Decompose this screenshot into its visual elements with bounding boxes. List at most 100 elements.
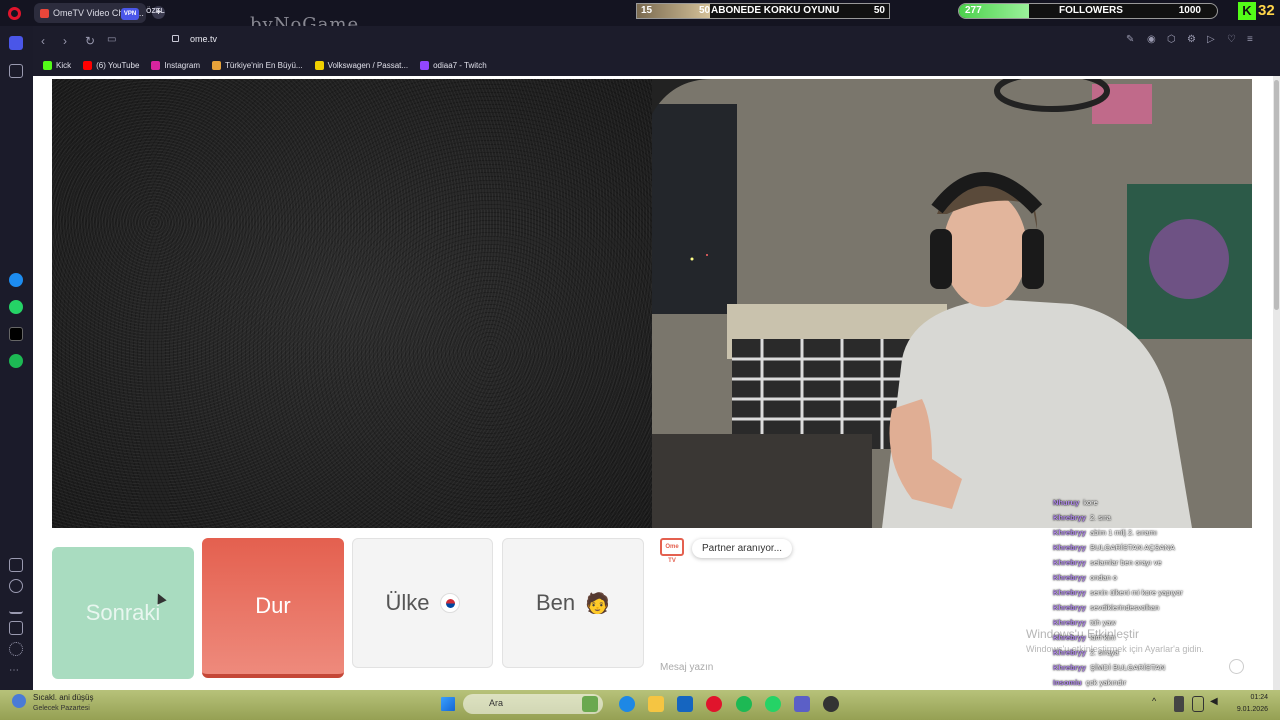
bookmark-label: Kick xyxy=(56,61,72,70)
bookmark-item[interactable]: Kick xyxy=(43,61,71,70)
sub-goal-bar: 15 50 ABONEDE KORKU OYUNU 50 xyxy=(636,3,890,19)
taskbar-date[interactable]: 9.01.2026 xyxy=(1228,706,1268,713)
teams-icon[interactable] xyxy=(794,696,810,712)
stream-chat-message: Khrebryy senin ülkeni mi kore yapıyor xyxy=(1053,585,1263,600)
weather-icon[interactable] xyxy=(12,694,26,708)
stream-chat-message: Khrebryy tüh yaw xyxy=(1053,615,1263,630)
windows-start-icon[interactable] xyxy=(441,697,455,711)
chat-message-text: sevdiklerindesvolkan xyxy=(1089,603,1160,612)
back-arrow-icon[interactable]: ‹ xyxy=(41,34,45,48)
taskbar-search-label: Ara xyxy=(489,698,504,708)
opera-taskbar-icon[interactable] xyxy=(706,696,722,712)
weather-subtitle: Gelecek Pazartesi xyxy=(33,705,90,712)
whatsapp-taskbar-icon[interactable] xyxy=(765,696,781,712)
camera-icon[interactable]: ◉ xyxy=(1147,34,1156,45)
chat-message-text: ondan o xyxy=(1089,573,1118,582)
stream-chat-message: Nhuruy kore xyxy=(1053,495,1263,510)
bookmarks-bar: Kick (6) YouTube Instagram Türkiye'nin En B… xyxy=(33,55,1280,76)
kick-logo-icon: K xyxy=(1238,2,1256,20)
bookmark-item[interactable]: odiaa7 - Twitch xyxy=(420,61,487,70)
edit-icon[interactable]: ✎ xyxy=(1126,34,1134,45)
mic-icon[interactable] xyxy=(1174,696,1184,712)
chat-username: Khrebryy xyxy=(1053,558,1086,567)
stream-chat-message: Khrebryy BULGARİSTAN AÇSANA xyxy=(1053,540,1263,555)
chat-message-text: ŞİMDİ BULGARİSTAN xyxy=(1089,663,1166,672)
volume-icon[interactable]: ◀ xyxy=(1210,696,1222,712)
bookmark-star-icon[interactable] xyxy=(9,64,23,78)
shield-icon[interactable]: ⬡ xyxy=(1167,34,1176,45)
chat-message-text: senin ülkeni mi kore yapıyor xyxy=(1089,588,1183,597)
favorite-heart-icon[interactable]: ♡ xyxy=(1227,34,1236,45)
tray-chevron-icon[interactable]: ^ xyxy=(1152,696,1162,712)
home-icon[interactable] xyxy=(9,36,23,50)
extensions-cube-icon[interactable] xyxy=(9,621,23,635)
heart-icon[interactable] xyxy=(9,579,23,593)
stop-button[interactable]: Dur xyxy=(202,538,344,678)
bookmark-item[interactable]: Volkswagen / Passat... xyxy=(314,61,409,70)
stream-chat-message: Khrebryy sevdiklerindesvolkan xyxy=(1053,600,1263,615)
chat-username: Khrebryy xyxy=(1053,588,1086,597)
tab-snap-icon[interactable]: ▭ xyxy=(107,34,116,45)
south-korea-flag-icon xyxy=(439,593,460,613)
country-filter-button[interactable]: Ülke xyxy=(352,538,493,668)
obs-icon[interactable] xyxy=(823,696,839,712)
vpn-badge[interactable]: VPN xyxy=(121,8,139,20)
lock-icon[interactable] xyxy=(172,35,179,42)
chat-username: Khrebryy xyxy=(1053,543,1086,552)
chat-message-text: abim 1 milj 2. sıramı xyxy=(1089,528,1158,537)
reload-icon[interactable]: ↻ xyxy=(85,34,95,48)
chat-message-text: BULGARİSTAN AÇSANA xyxy=(1089,543,1175,552)
stream-chat-message: Khrebryy ondan o xyxy=(1053,570,1263,585)
x-twitter-icon[interactable] xyxy=(9,327,23,341)
bookmark-favicon-icon xyxy=(212,61,221,70)
bookmark-item[interactable]: Türkiye'nin En Büyü... xyxy=(212,61,303,70)
widgets-icon[interactable] xyxy=(582,696,598,712)
more-options-icon[interactable]: ⋯ xyxy=(9,666,23,680)
stream-chat-message: Khrebryy selamlar ben orayı ve xyxy=(1053,555,1263,570)
chat-message-text: 2. sıraya xyxy=(1089,648,1119,657)
bookmark-label: Instagram xyxy=(164,61,200,70)
room-scene xyxy=(652,79,1252,528)
bookmark-item[interactable]: Instagram xyxy=(151,61,200,70)
chat-username: Khrebryy xyxy=(1053,603,1086,612)
scrollbar-thumb[interactable] xyxy=(1274,80,1279,310)
bookmark-label: Volkswagen / Passat... xyxy=(327,61,409,70)
play-icon[interactable]: ▷ xyxy=(1207,34,1215,45)
edge-browser-icon[interactable] xyxy=(619,696,635,712)
outlook-icon[interactable] xyxy=(677,696,693,712)
private-mode-label: ÖZEL xyxy=(146,8,165,15)
file-explorer-icon[interactable] xyxy=(648,696,664,712)
network-icon[interactable] xyxy=(1192,696,1204,712)
downloads-icon[interactable] xyxy=(9,600,23,614)
chat-username: Insomiu xyxy=(1053,678,1082,687)
message-input[interactable]: Mesaj yazın xyxy=(660,662,713,673)
bookmark-item[interactable]: (6) YouTube xyxy=(83,61,139,70)
extensions-icon[interactable]: ⚙ xyxy=(1187,34,1196,45)
apps-grid-icon[interactable] xyxy=(9,558,23,572)
chat-username: Khrebryy xyxy=(1053,513,1086,522)
chat-message-text: tüh yaw xyxy=(1089,618,1116,627)
weather-title[interactable]: Sıcakl. ani düşüş xyxy=(33,693,93,702)
taskbar-time[interactable]: 01:24 xyxy=(1232,694,1268,701)
bookmark-label: odiaa7 - Twitch xyxy=(433,61,487,70)
whatsapp-icon[interactable] xyxy=(9,300,23,314)
spotify-taskbar-icon[interactable] xyxy=(736,696,752,712)
spotify-icon[interactable] xyxy=(9,354,23,368)
bookmark-favicon-icon xyxy=(83,61,93,70)
messenger-icon[interactable] xyxy=(9,273,23,287)
forward-arrow-icon[interactable]: › xyxy=(63,34,67,48)
partner-video xyxy=(52,79,652,528)
next-button[interactable]: Sonraki xyxy=(52,547,194,679)
sub-goal-label: ABONEDE KORKU OYUNU xyxy=(711,5,840,16)
settings-gear-icon[interactable] xyxy=(9,642,23,656)
stream-chat-message: Insomiu çok yakındır xyxy=(1053,675,1263,690)
menu-icon[interactable]: ≡ xyxy=(1247,34,1253,45)
stream-chat-message: Khrebryy 2. sıraya xyxy=(1053,645,1263,660)
me-gender-button[interactable]: Ben 🧑 xyxy=(502,538,644,668)
opera-logo-icon[interactable] xyxy=(8,7,21,20)
ometv-chat-logo: Ome TV xyxy=(660,538,684,564)
url-field[interactable]: ome.tv xyxy=(190,34,217,44)
chat-username: Khrebryy xyxy=(1053,663,1086,672)
followers-current: 277 xyxy=(965,5,982,16)
followers-goal-bar: 277 FOLLOWERS 1000 xyxy=(958,3,1218,19)
